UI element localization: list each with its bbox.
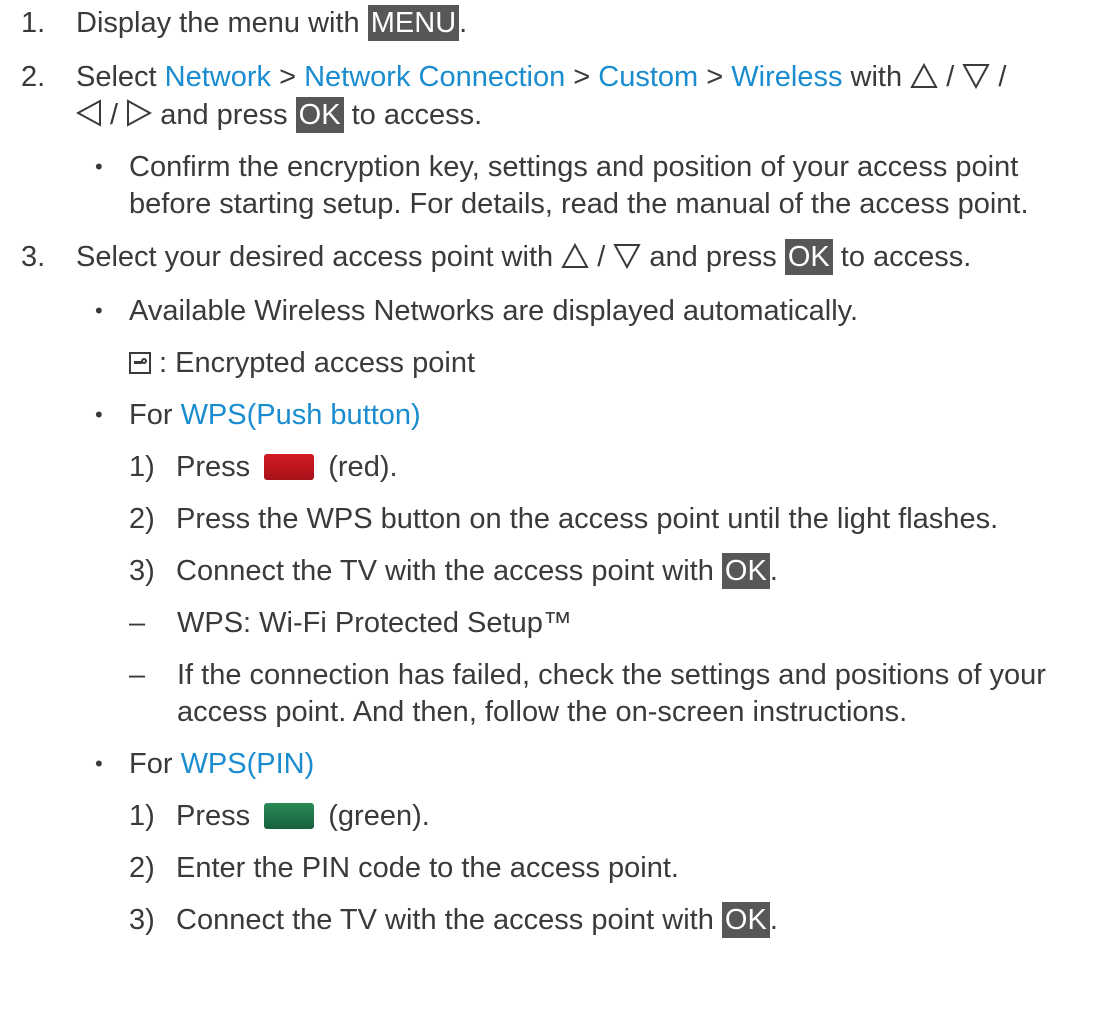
menu-path-network: Network bbox=[164, 61, 272, 93]
down-arrow-icon bbox=[613, 241, 642, 279]
wps-push-step-1: 1) Press (red). bbox=[129, 451, 398, 483]
wps-pin-heading: • For WPS(PIN) bbox=[95, 745, 314, 783]
down-arrow-icon bbox=[962, 61, 990, 99]
encrypted-key-icon bbox=[129, 352, 151, 374]
menu-path-network-connection: Network Connection bbox=[304, 61, 566, 93]
step-2-note: • Confirm the encryption key, settings an… bbox=[95, 148, 1018, 186]
wps-pin-step-1: 1) Press (green). bbox=[129, 800, 430, 832]
right-arrow-icon bbox=[126, 99, 153, 137]
step-3: 3. Select your desired access point with … bbox=[21, 238, 971, 279]
wps-push-note-2: – If the connection has failed, check the… bbox=[129, 659, 1046, 691]
step-number: 1. bbox=[21, 7, 46, 39]
menu-key: MENU bbox=[367, 5, 460, 41]
up-arrow-icon bbox=[910, 61, 938, 99]
wps-pin-step-3: 3) Connect the TV with the access point w… bbox=[129, 902, 778, 938]
wps-push-button-link: WPS(Push button) bbox=[180, 399, 421, 431]
step-text: Display the menu with bbox=[76, 7, 368, 39]
step-1: 1. Display the menu with MENU. bbox=[21, 4, 467, 42]
menu-path-custom: Custom bbox=[598, 61, 699, 93]
step-3-note: • Available Wireless Networks are display… bbox=[95, 292, 858, 330]
bullet: • bbox=[95, 154, 103, 179]
bullet: • bbox=[95, 751, 103, 776]
menu-path-wireless: Wireless bbox=[731, 61, 843, 93]
ok-key: OK bbox=[295, 97, 344, 133]
ok-key: OK bbox=[721, 553, 770, 589]
step-2: 2. Select Network > Network Connection > … bbox=[21, 58, 1006, 99]
step-number: 2. bbox=[21, 61, 46, 93]
encrypted-legend: : Encrypted access point bbox=[129, 344, 475, 382]
ok-key: OK bbox=[784, 239, 833, 275]
red-button-icon bbox=[264, 454, 315, 480]
bullet: • bbox=[95, 298, 103, 323]
up-arrow-icon bbox=[561, 241, 589, 279]
instruction-page: 1. Display the menu with MENU. 2. Select N… bbox=[0, 0, 1112, 1019]
wps-pin-step-2: 2) Enter the PIN code to the access point… bbox=[129, 852, 679, 884]
green-button-icon bbox=[264, 803, 315, 829]
wps-push-note-1: – WPS: Wi-Fi Protected Setup™ bbox=[129, 607, 572, 639]
wps-push-heading: • For WPS(Push button) bbox=[95, 396, 421, 434]
ok-key: OK bbox=[721, 902, 770, 938]
wps-push-step-2: 2) Press the WPS button on the access poi… bbox=[129, 503, 999, 535]
step-2-continued: / and press OK to access. bbox=[75, 96, 482, 137]
wps-push-note-2-continued: access point. And then, follow the on-sc… bbox=[177, 696, 908, 728]
step-2-note-continued: before starting setup. For details, read… bbox=[129, 188, 1029, 220]
wps-pin-link: WPS(PIN) bbox=[180, 748, 315, 780]
step-number: 3. bbox=[21, 241, 46, 273]
bullet: • bbox=[95, 402, 103, 427]
left-arrow-icon bbox=[75, 99, 102, 137]
wps-push-step-3: 3) Connect the TV with the access point w… bbox=[129, 553, 778, 589]
